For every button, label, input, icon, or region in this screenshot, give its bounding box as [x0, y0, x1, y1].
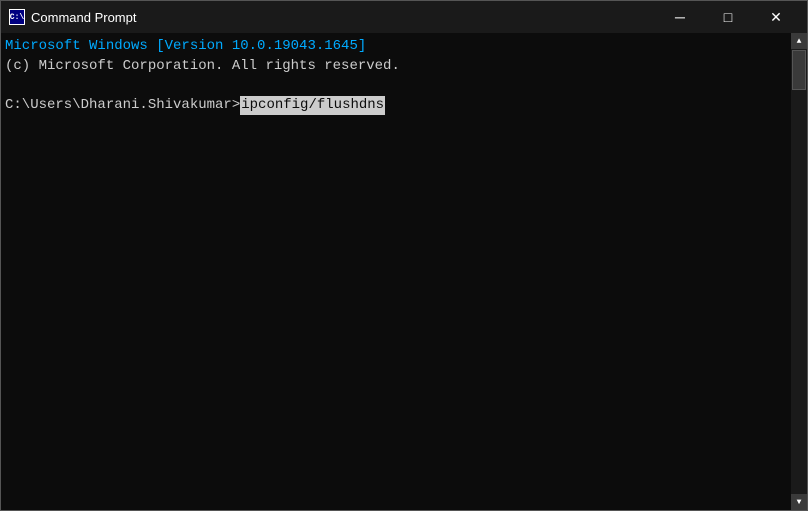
title-bar-controls: ─ □ ✕ [657, 1, 799, 33]
terminal-line-1: Microsoft Windows [Version 10.0.19043.16… [5, 37, 803, 57]
title-bar: C:\ Command Prompt ─ □ ✕ [1, 1, 807, 33]
scrollbar-up-button[interactable]: ▲ [791, 33, 807, 49]
cmd-icon: C:\ [9, 9, 25, 25]
scrollbar-track[interactable] [791, 49, 807, 494]
cmd-icon-wrapper: C:\ [9, 9, 25, 25]
scrollbar[interactable]: ▲ ▼ [791, 33, 807, 510]
maximize-button[interactable]: □ [705, 1, 751, 33]
close-button[interactable]: ✕ [753, 1, 799, 33]
command-input[interactable]: ipconfig/flushdns [240, 96, 385, 116]
window-title: Command Prompt [31, 10, 136, 25]
prompt-symbol: > [232, 96, 240, 116]
cmd-window: C:\ Command Prompt ─ □ ✕ Microsoft Windo… [0, 0, 808, 511]
prompt-line: C:\Users\Dharani.Shivakumar>ipconfig/flu… [5, 96, 803, 116]
terminal-body[interactable]: Microsoft Windows [Version 10.0.19043.16… [1, 33, 807, 510]
scrollbar-down-button[interactable]: ▼ [791, 494, 807, 510]
terminal-line-2: (c) Microsoft Corporation. All rights re… [5, 57, 803, 77]
scrollbar-thumb[interactable] [792, 50, 806, 90]
terminal-line-3 [5, 76, 803, 96]
prompt-path: C:\Users\Dharani.Shivakumar [5, 96, 232, 116]
minimize-button[interactable]: ─ [657, 1, 703, 33]
title-bar-left: C:\ Command Prompt [9, 9, 136, 25]
